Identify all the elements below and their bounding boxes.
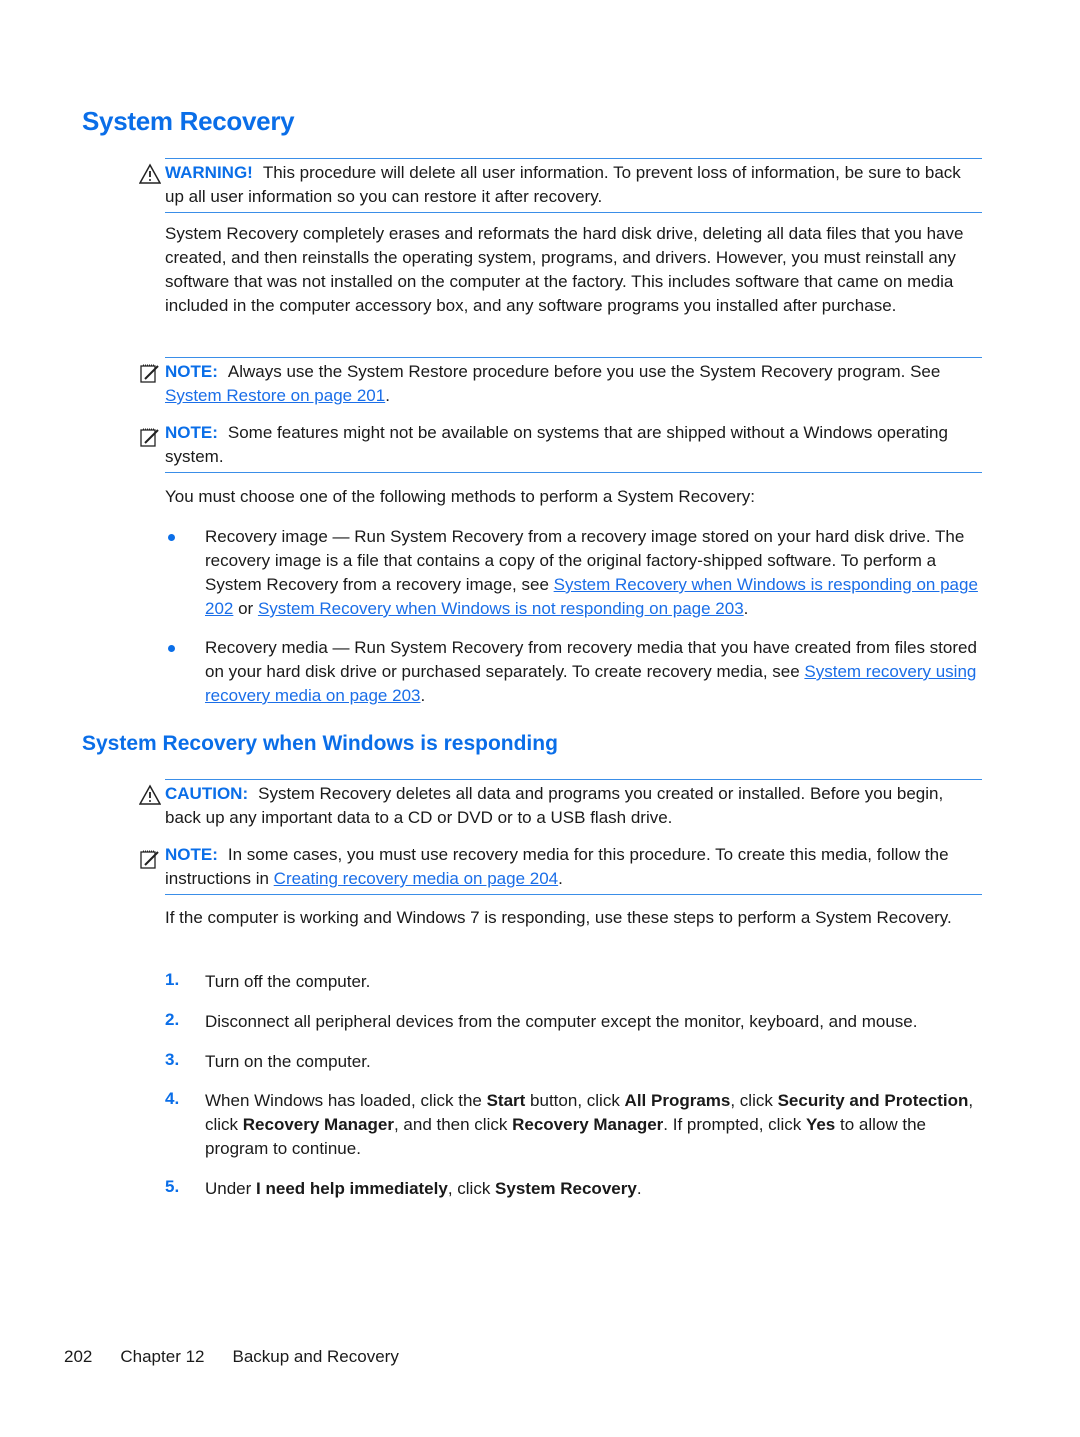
methods-intro: You must choose one of the following met…: [165, 487, 755, 506]
list-item: Recovery media — Run System Recovery fro…: [205, 636, 982, 708]
note-label: NOTE:: [165, 845, 218, 864]
chapter-label: Chapter 12: [120, 1347, 205, 1366]
warning-label: WARNING!: [165, 163, 253, 182]
note-label: NOTE:: [165, 423, 218, 442]
note-icon: [140, 850, 159, 869]
step-text-part: When Windows has loaded, click the: [205, 1091, 487, 1110]
step-text-part: .: [636, 1179, 642, 1198]
link-windows-not-responding[interactable]: System Recovery when Windows is not resp…: [258, 599, 744, 618]
warning-callout: WARNING! This procedure will delete all u…: [165, 158, 982, 213]
note-text: Some features might not be available on …: [165, 423, 948, 466]
step-text: Turn on the computer.: [205, 1052, 371, 1071]
list-item: Recovery image — Run System Recovery fro…: [205, 525, 982, 621]
punctuation: .: [385, 386, 390, 405]
step-text: Under I need help immediately, click Sys…: [205, 1177, 982, 1201]
ui-term-security-protection: Security and Protection: [777, 1091, 969, 1110]
bullet-icon: [168, 645, 175, 652]
note-callout-2: NOTE: Some features might not be availabl…: [165, 421, 982, 473]
note-icon: [140, 428, 159, 447]
list-item-text: or: [233, 599, 258, 618]
note-icon: [140, 364, 159, 383]
link-creating-recovery-media[interactable]: Creating recovery media on page 204: [274, 869, 558, 888]
step-text: When Windows has loaded, click the Start…: [205, 1089, 982, 1161]
step-number: 4.: [165, 1089, 180, 1108]
ui-term-recovery-manager: Recovery Manager: [512, 1115, 664, 1134]
ui-term-start: Start: [486, 1091, 526, 1110]
step-number: 3.: [165, 1050, 180, 1069]
section-heading: System Recovery when Windows is respondi…: [82, 732, 558, 755]
warning-icon: [139, 163, 161, 184]
step-text: Turn off the computer.: [205, 972, 371, 991]
step-text-part: , and then click: [393, 1115, 513, 1134]
note-callout-3: NOTE: In some cases, you must use recover…: [165, 843, 982, 895]
section-label: Backup and Recovery: [232, 1347, 399, 1366]
page-title: System Recovery: [82, 106, 295, 136]
step-number: 2.: [165, 1010, 180, 1029]
page-footer: 202 Chapter 12 Backup and Recovery: [64, 1347, 427, 1367]
step-text: Disconnect all peripheral devices from t…: [205, 1012, 918, 1031]
page-number: 202: [64, 1347, 93, 1366]
caution-icon: [139, 784, 161, 805]
ui-term-recovery-manager: Recovery Manager: [242, 1115, 394, 1134]
steps-intro: If the computer is working and Windows 7…: [165, 908, 952, 927]
step-number: 5.: [165, 1177, 180, 1196]
punctuation: .: [558, 869, 563, 888]
bullet-icon: [168, 534, 175, 541]
intro-paragraph: System Recovery completely erases and re…: [165, 224, 964, 315]
ui-term-all-programs: All Programs: [624, 1091, 731, 1110]
step-text-part: button, click: [525, 1091, 625, 1110]
step-text-part: , click: [447, 1179, 496, 1198]
punctuation: .: [420, 686, 426, 705]
step-text-part: . If prompted, click: [663, 1115, 806, 1134]
caution-callout: CAUTION: System Recovery deletes all data…: [165, 779, 982, 830]
step-text-part: Under: [205, 1179, 257, 1198]
note-label: NOTE:: [165, 362, 218, 381]
warning-text: This procedure will delete all user info…: [165, 163, 961, 206]
step-text-part: , click: [730, 1091, 778, 1110]
ui-term-help: I need help immediately: [256, 1179, 448, 1198]
caution-text: System Recovery deletes all data and pro…: [165, 784, 944, 827]
step-number: 1.: [165, 970, 180, 989]
punctuation: .: [743, 599, 749, 618]
note-callout-1: NOTE: Always use the System Restore proce…: [165, 357, 982, 408]
note-text: Always use the System Restore procedure …: [227, 362, 941, 381]
ui-term-yes: Yes: [805, 1115, 836, 1134]
caution-label: CAUTION:: [165, 784, 249, 803]
link-system-restore[interactable]: System Restore on page 201: [165, 386, 385, 405]
ui-term-system-recovery: System Recovery: [495, 1179, 637, 1198]
